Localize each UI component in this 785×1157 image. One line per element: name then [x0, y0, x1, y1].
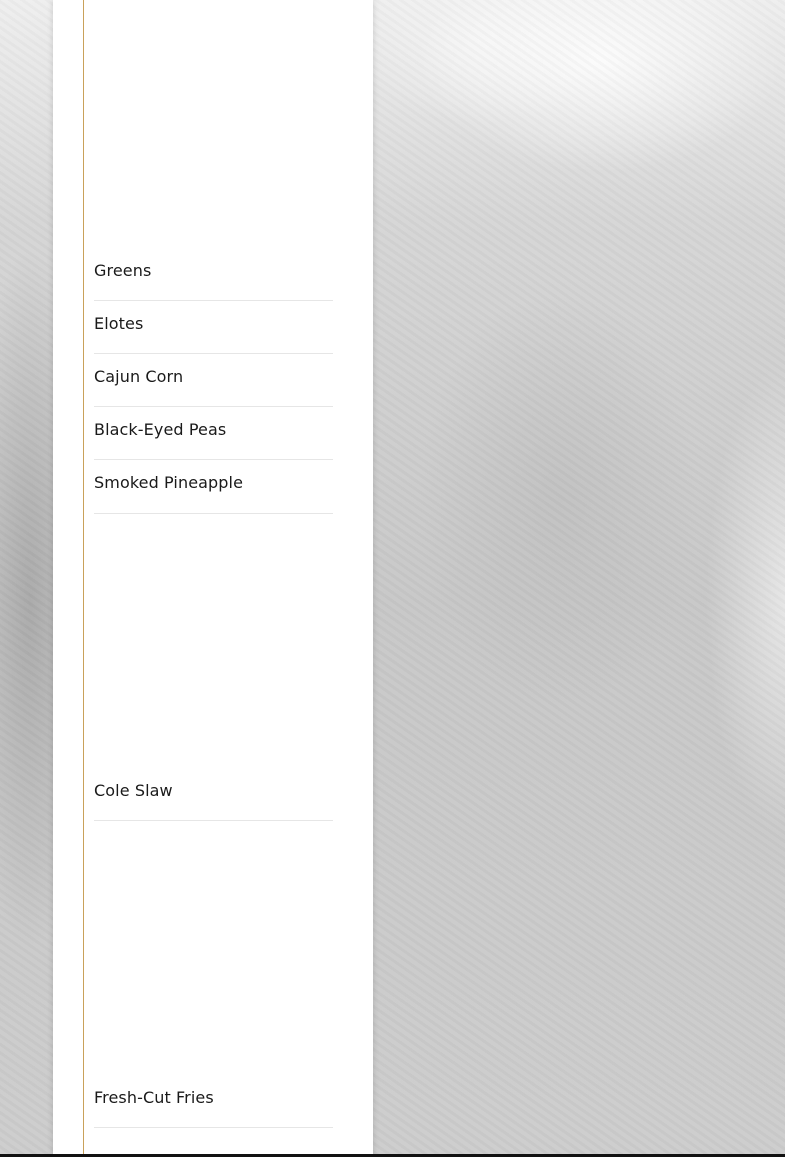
accent-border — [83, 0, 84, 1157]
menu-item-label: Black-Eyed Peas — [94, 420, 227, 439]
menu-item-label: Fresh-Cut Fries — [94, 1088, 214, 1107]
menu-item-label: Smoked Pineapple — [94, 473, 244, 492]
menu-item-cole-slaw[interactable]: Cole Slaw — [94, 781, 333, 821]
menu-item-black-eyed-peas[interactable]: Black-Eyed Peas — [94, 420, 333, 460]
menu-item-cajun-corn[interactable]: Cajun Corn — [94, 367, 333, 407]
menu-item-label: Greens — [94, 261, 152, 280]
menu-item-label: Cole Slaw — [94, 781, 173, 800]
menu-item-label: Elotes — [94, 314, 144, 333]
menu-item-elotes[interactable]: Elotes — [94, 314, 333, 354]
menu-item-fresh-cut-fries[interactable]: Fresh-Cut Fries — [94, 1088, 333, 1128]
menu-card: Greens Elotes Cajun Corn Black-Eyed Peas… — [53, 0, 373, 1157]
menu-item-smoked-pineapple[interactable]: Smoked Pineapple — [94, 473, 333, 514]
menu-item-greens[interactable]: Greens — [94, 261, 333, 301]
menu-item-label: Cajun Corn — [94, 367, 184, 386]
